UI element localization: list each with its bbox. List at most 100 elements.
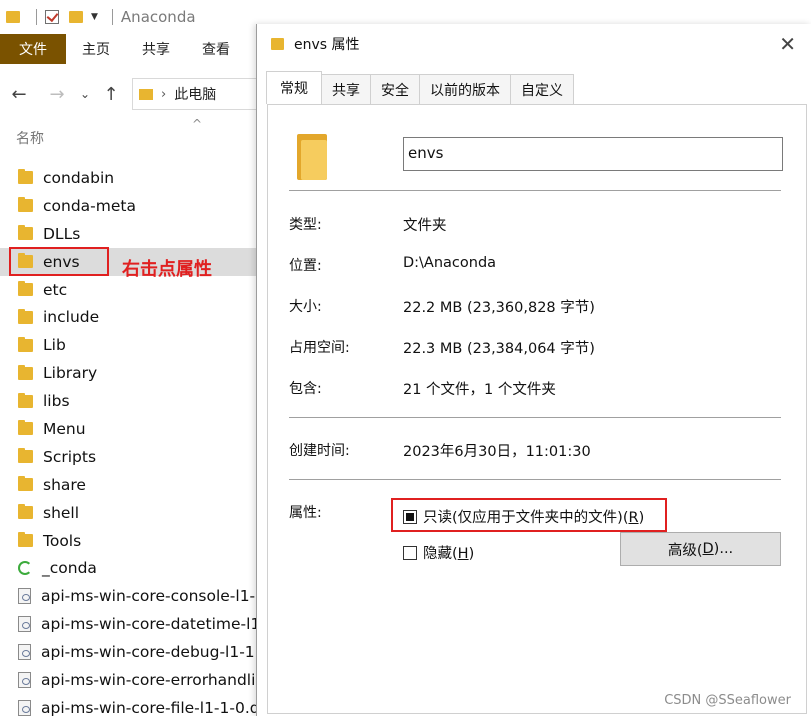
file-list-item[interactable]: Scripts	[0, 443, 258, 471]
dll-file-icon	[18, 671, 31, 688]
watermark: CSDN @SSeaflower	[664, 693, 791, 708]
folder-icon	[18, 392, 33, 408]
window-title: Anaconda	[120, 8, 196, 26]
close-icon[interactable]: ✕	[779, 32, 796, 56]
highlight-box	[9, 247, 109, 276]
location-value: D:\Anaconda	[403, 255, 497, 271]
file-name: api-ms-win-core-datetime-l1	[41, 615, 258, 634]
file-list-item[interactable]: Lib	[0, 331, 258, 359]
contains-value: 21 个文件，1 个文件夹	[403, 382, 556, 398]
file-list-item[interactable]: share	[0, 471, 258, 499]
folder-icon	[18, 336, 33, 352]
size-on-disk-label: 占用空间:	[289, 340, 350, 356]
file-list-item[interactable]: api-ms-win-core-file-l1-1-0.d	[0, 694, 258, 716]
location-label: 位置:	[289, 258, 322, 274]
address-box[interactable]: › 此电脑	[132, 78, 262, 110]
file-name: _conda	[42, 559, 97, 578]
divider	[289, 417, 781, 418]
file-list-item[interactable]: Tools	[0, 527, 258, 555]
recent-chevron-down-icon[interactable]: ⌄	[74, 87, 96, 101]
ribbon-tab-view[interactable]: 查看	[186, 34, 246, 64]
file-name: api-ms-win-core-file-l1-1-0.d	[41, 698, 258, 716]
dll-file-icon	[18, 588, 31, 605]
file-list-item[interactable]: api-ms-win-core-datetime-l1	[0, 610, 258, 638]
file-list-item[interactable]: api-ms-win-core-debug-l1-1	[0, 638, 258, 666]
file-list-item[interactable]: DLLs	[0, 220, 258, 248]
properties-check-icon[interactable]	[45, 10, 59, 24]
folder-icon	[18, 532, 33, 548]
advanced-button[interactable]: 高级(D)...	[620, 532, 781, 566]
file-name: api-ms-win-core-console-l1-	[41, 587, 256, 606]
file-name: Lib	[43, 336, 66, 355]
tab-general[interactable]: 常规	[266, 71, 322, 104]
divider	[289, 479, 781, 480]
folder-icon	[6, 11, 20, 23]
dll-file-icon	[18, 616, 31, 633]
conda-file-icon	[18, 561, 32, 576]
created-value: 2023年6月30日，11:01:30	[403, 444, 591, 460]
file-name: shell	[43, 503, 80, 522]
divider	[36, 9, 37, 25]
folder-icon	[271, 38, 284, 50]
file-name: Scripts	[43, 447, 97, 466]
dialog-title: envs 属性	[294, 37, 360, 53]
folder-icon	[18, 364, 33, 380]
tab-customize[interactable]: 自定义	[510, 74, 574, 104]
tab-previous-versions[interactable]: 以前的版本	[419, 74, 511, 104]
folder-icon	[18, 308, 33, 324]
annotation-text: 右击点属性	[122, 259, 212, 280]
folder-icon	[139, 88, 153, 100]
folder-icon	[18, 281, 33, 296]
ribbon-tab-file[interactable]: 文件	[0, 34, 66, 64]
folder-icon	[18, 504, 33, 520]
attributes-label: 属性:	[289, 505, 322, 521]
type-value: 文件夹	[403, 218, 447, 234]
forward-arrow-icon[interactable]: →	[46, 84, 68, 105]
ribbon-tab-share[interactable]: 共享	[126, 34, 186, 64]
folder-icon	[18, 169, 33, 185]
properties-dialog: envs 属性 ✕ 常规 共享 安全 以前的版本 自定义 envs 类型: 文件…	[256, 24, 811, 716]
file-name: Menu	[43, 419, 86, 438]
readonly-checkbox-row[interactable]: 只读(仅应用于文件夹中的文件)(R)	[403, 506, 644, 527]
breadcrumb-this-pc[interactable]: 此电脑	[174, 84, 216, 104]
column-header-name[interactable]: 名称	[16, 128, 44, 148]
quick-access-dropdown-icon[interactable]: ▼	[91, 12, 98, 22]
folder-icon	[18, 197, 33, 213]
size-on-disk-value: 22.3 MB (23,384,064 字节)	[403, 341, 595, 357]
folder-name-input[interactable]: envs	[403, 137, 783, 171]
large-folder-icon	[297, 134, 327, 180]
file-list-item[interactable]: Library	[0, 359, 258, 387]
chevron-right-icon[interactable]: ›	[161, 87, 166, 102]
file-name: conda-meta	[43, 196, 136, 215]
file-list-item[interactable]: shell	[0, 499, 258, 527]
file-list-item[interactable]: libs	[0, 387, 258, 415]
hidden-checkbox-row[interactable]: 隐藏(H)	[403, 542, 474, 563]
hidden-label: 隐藏(H)	[423, 546, 475, 562]
file-name: api-ms-win-core-debug-l1-1	[41, 643, 255, 662]
back-arrow-icon[interactable]: ←	[8, 84, 30, 105]
up-arrow-icon[interactable]: ↑	[100, 84, 122, 105]
new-folder-icon[interactable]	[69, 11, 83, 23]
file-list-item[interactable]: include	[0, 303, 258, 331]
ribbon-tab-home[interactable]: 主页	[66, 34, 126, 64]
file-name: etc	[43, 280, 68, 299]
size-value: 22.2 MB (23,360,828 字节)	[403, 300, 595, 316]
created-label: 创建时间:	[289, 443, 350, 459]
file-list-item[interactable]: api-ms-win-core-errorhandli	[0, 666, 258, 694]
file-list-item[interactable]: _conda	[0, 554, 258, 582]
file-list-item[interactable]: api-ms-win-core-console-l1-	[0, 582, 258, 610]
readonly-checkbox[interactable]	[403, 509, 417, 524]
tab-security[interactable]: 安全	[370, 74, 420, 104]
file-list-item[interactable]: Menu	[0, 415, 258, 443]
file-name: condabin	[43, 168, 115, 187]
tab-sharing[interactable]: 共享	[321, 74, 371, 104]
readonly-label: 只读(仅应用于文件夹中的文件)(R)	[423, 510, 645, 526]
file-name: api-ms-win-core-errorhandli	[41, 670, 256, 689]
file-list-item[interactable]: conda-meta	[0, 192, 258, 220]
file-list-item[interactable]: condabin	[0, 164, 258, 192]
hidden-checkbox[interactable]	[403, 545, 417, 560]
contains-label: 包含:	[289, 381, 322, 397]
dialog-tabs: 常规 共享 安全 以前的版本 自定义	[266, 71, 574, 104]
divider	[111, 9, 113, 25]
folder-icon	[18, 448, 33, 464]
